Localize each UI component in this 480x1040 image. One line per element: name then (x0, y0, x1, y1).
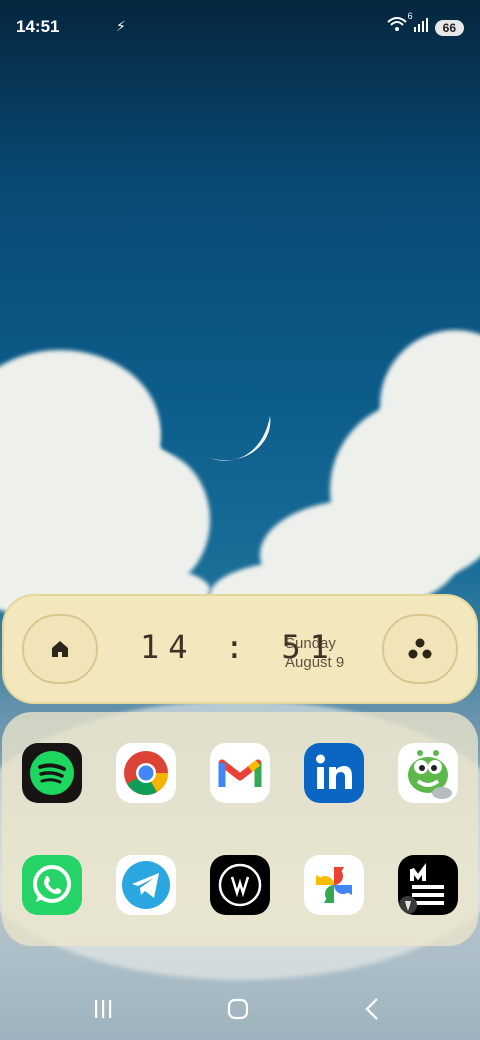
status-time: 14:51 (16, 17, 60, 36)
google-photos-app-icon[interactable] (304, 855, 364, 915)
app-dock (2, 712, 478, 946)
widget-full-date: August 9 (285, 654, 345, 671)
home-button[interactable] (22, 614, 98, 684)
recents-button[interactable] (83, 994, 123, 1024)
widget-date: Sunday August 9 (285, 634, 344, 672)
signal-icon (413, 18, 429, 37)
wifi-tag: 6 (407, 11, 413, 21)
moon-icon (210, 416, 271, 461)
back-icon (365, 998, 378, 1020)
linkedin-app-icon[interactable] (304, 743, 364, 803)
back-button[interactable] (352, 994, 392, 1024)
flash-icon: ⚡︎ (116, 18, 126, 34)
vinted-app-icon[interactable] (210, 855, 270, 915)
alien-app-icon[interactable] (398, 743, 458, 803)
home-circle-icon (227, 998, 249, 1020)
medium-app-icon[interactable] (398, 855, 458, 915)
recents-icon (95, 1000, 112, 1018)
spotify-app-icon[interactable] (22, 743, 82, 803)
widget-day: Sunday (285, 635, 336, 652)
wifi-icon: 6 (386, 11, 413, 38)
chrome-app-icon[interactable] (116, 743, 176, 803)
gmail-app-icon[interactable] (210, 743, 270, 803)
telegram-app-icon[interactable] (116, 855, 176, 915)
apps-button[interactable] (382, 614, 458, 684)
clock-widget[interactable]: 14 : 51 Sunday August 9 (2, 594, 478, 704)
status-bar: 14:51 ⚡︎ 6 66 (0, 0, 480, 54)
battery-icon: 66 (434, 19, 464, 36)
whatsapp-app-icon[interactable] (22, 855, 82, 915)
dots-icon (408, 638, 432, 659)
home-nav-button[interactable] (218, 994, 258, 1024)
home-icon (52, 641, 68, 657)
navigation-bar (0, 984, 480, 1034)
